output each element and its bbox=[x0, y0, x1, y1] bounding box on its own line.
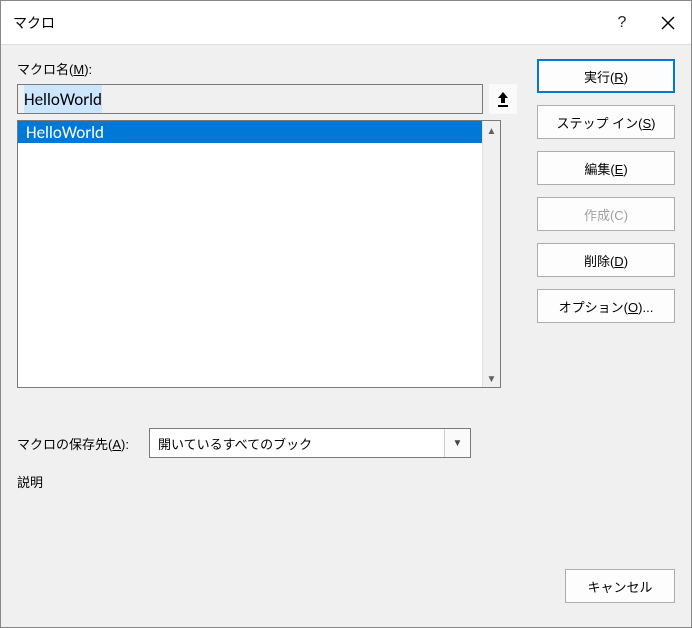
cancel-button[interactable]: キャンセル bbox=[565, 569, 675, 603]
close-icon bbox=[661, 16, 675, 30]
macro-name-input[interactable] bbox=[17, 84, 483, 114]
store-label-u: A bbox=[112, 437, 121, 452]
scroll-up-icon[interactable]: ▲ bbox=[483, 121, 501, 139]
macro-name-label-u: M bbox=[73, 62, 84, 77]
scroll-down-icon[interactable]: ▼ bbox=[483, 369, 501, 387]
delete-button[interactable]: 削除(D) bbox=[537, 243, 675, 277]
create-button[interactable]: 作成(C) bbox=[537, 197, 675, 231]
store-label: マクロの保存先(A): bbox=[17, 434, 129, 453]
run-macro-icon-button[interactable] bbox=[489, 84, 517, 114]
store-label-pre: マクロの保存先( bbox=[17, 437, 112, 452]
chevron-down-icon[interactable]: ▼ bbox=[444, 429, 470, 457]
run-button[interactable]: 実行(R) bbox=[537, 59, 675, 93]
dialog-content: マクロ名(M): HelloWorld ▲ bbox=[1, 45, 691, 627]
store-label-post: ): bbox=[121, 437, 129, 452]
macro-listbox[interactable]: HelloWorld ▲ ▼ bbox=[17, 120, 501, 388]
macro-name-label: マクロ名(M): bbox=[17, 59, 517, 78]
edit-button[interactable]: 編集(E) bbox=[537, 151, 675, 185]
dialog-title: マクロ bbox=[1, 13, 599, 33]
macro-name-label-pre: マクロ名( bbox=[17, 62, 73, 77]
description-label: 説明 bbox=[17, 472, 517, 491]
help-button[interactable]: ? bbox=[599, 1, 645, 45]
list-item[interactable]: HelloWorld bbox=[18, 121, 500, 143]
store-select[interactable]: 開いているすべてのブック bbox=[149, 428, 471, 458]
macro-name-label-post: ): bbox=[84, 62, 92, 77]
listbox-scrollbar[interactable]: ▲ ▼ bbox=[482, 121, 500, 387]
step-in-button[interactable]: ステップ イン(S) bbox=[537, 105, 675, 139]
store-select-value: 開いているすべてのブック bbox=[158, 434, 312, 453]
titlebar: マクロ ? bbox=[1, 1, 691, 45]
macro-dialog: マクロ ? マクロ名(M): bbox=[0, 0, 692, 628]
close-button[interactable] bbox=[645, 1, 691, 45]
options-button[interactable]: オプション(O)... bbox=[537, 289, 675, 323]
up-arrow-run-icon bbox=[496, 90, 510, 108]
